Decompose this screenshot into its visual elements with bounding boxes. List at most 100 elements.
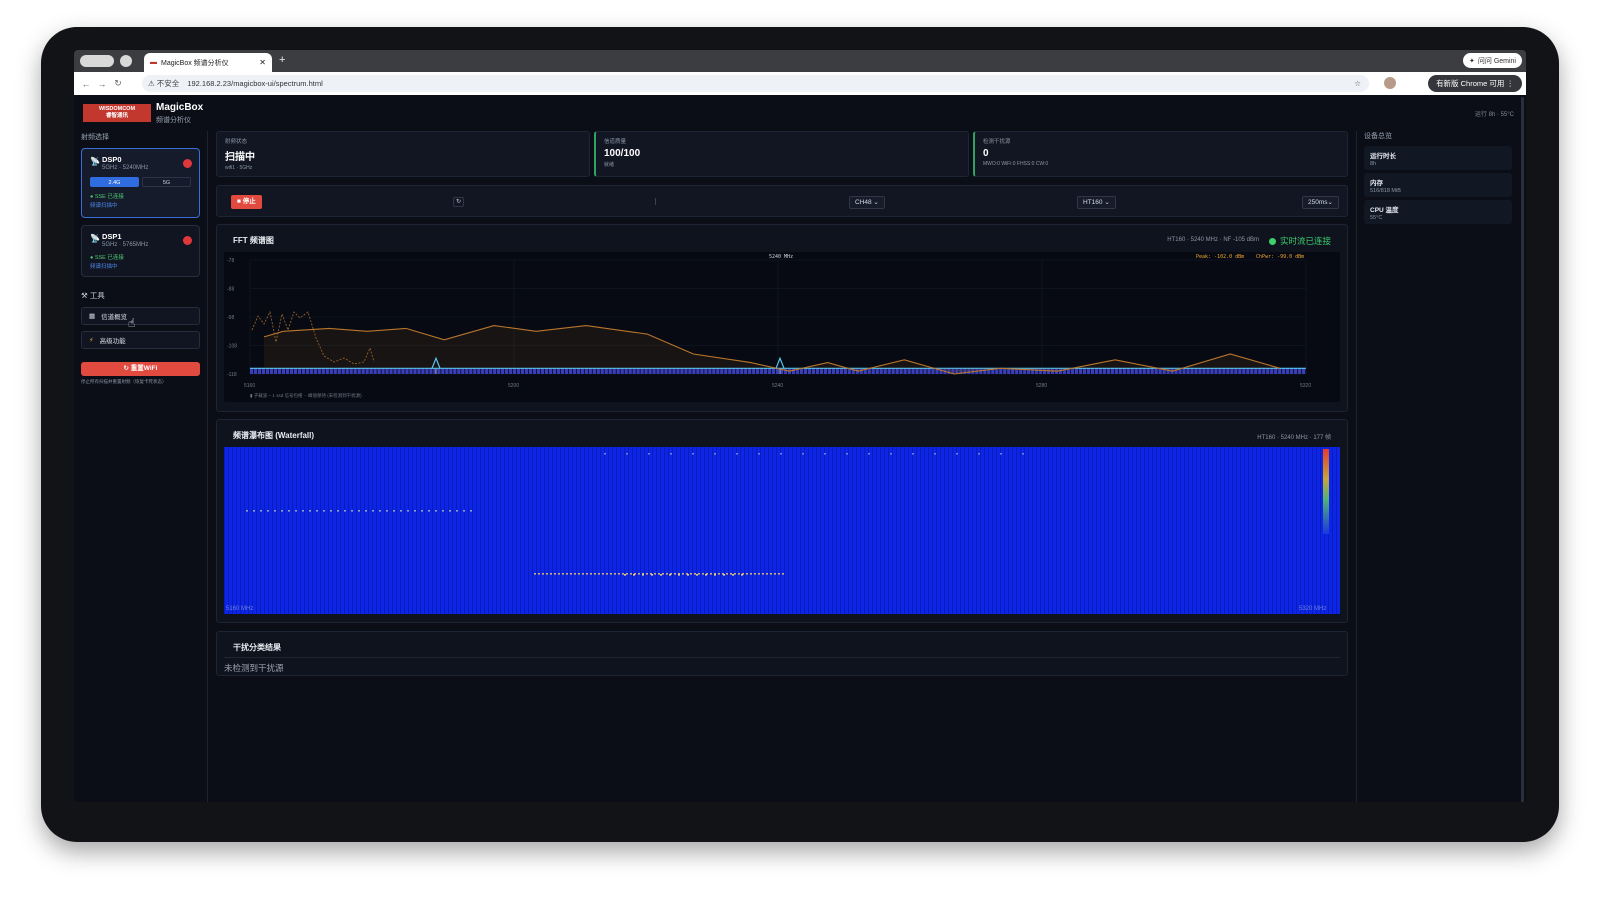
- waterfall-pixel: [738, 573, 740, 575]
- security-warning[interactable]: ⚠ 不安全: [148, 78, 179, 89]
- new-tab-button[interactable]: +: [279, 54, 285, 66]
- band-5g-button[interactable]: 5G: [142, 177, 191, 187]
- subcarrier-bar: [1230, 368, 1234, 374]
- subcarrier-bar: [823, 368, 828, 374]
- waterfall-pixel: [654, 573, 656, 575]
- subcarrier-bar: [764, 368, 768, 374]
- subcarrier-bar: [1246, 368, 1250, 374]
- bolt-icon: ⚡: [89, 337, 94, 344]
- subcarrier-bar: [337, 368, 341, 374]
- tool-channel-overview[interactable]: ▦ 信道概览: [81, 307, 200, 325]
- browser-tab[interactable]: ▬ MagicBox 频谱分析仪 ✕: [144, 53, 272, 72]
- subcarrier-bar: [1126, 368, 1130, 374]
- subcarrier-bar: [1262, 368, 1266, 374]
- waterfall-pixel: [978, 453, 980, 455]
- subcarrier-bar: [261, 368, 266, 374]
- refresh-button[interactable]: ↻: [453, 197, 464, 207]
- sidebar: 射频选择 📡 DSP0 5GHz · 5240MHz 2.4G 5G ● SSE…: [74, 131, 208, 802]
- waterfall-pixel: [574, 573, 576, 575]
- bandwidth-select[interactable]: HT160 ⌄: [1077, 196, 1116, 209]
- subcarrier-bar: [656, 368, 660, 374]
- subcarrier-bar: [485, 368, 489, 374]
- subcarrier-bar: [253, 368, 258, 374]
- tab-search-control[interactable]: [80, 55, 114, 67]
- subcarrier-bar: [919, 368, 923, 374]
- fft-panel: FFT 频谱图 HT160 · 5240 MHz · NF -105 dBm 实…: [216, 224, 1348, 412]
- chrome-update-button[interactable]: 有新版 Chrome 可用 ⋮: [1428, 75, 1522, 92]
- x-tick-label: 5160: [244, 383, 255, 389]
- stat-value: 100/100: [604, 148, 641, 159]
- subcarrier-bar: [600, 368, 604, 374]
- back-icon[interactable]: ←: [78, 79, 94, 89]
- page-scrollbar[interactable]: [1521, 97, 1524, 802]
- card-key: CPU 温度: [1370, 207, 1399, 214]
- envelope-area: [264, 325, 1280, 374]
- subcarrier-bar: [1234, 368, 1238, 374]
- stat-sub: MWO:0 WiFi:0 FHSS:0 CW:0: [983, 161, 1049, 167]
- dsp0-card[interactable]: 📡 DSP0 5GHz · 5240MHz 2.4G 5G ● SSE 已连接 …: [81, 148, 200, 218]
- subcarrier-bar: [596, 368, 600, 374]
- interval-select[interactable]: 250ms⌄: [1302, 196, 1339, 209]
- dsp-name: DSP0: [102, 155, 122, 164]
- waterfall-pixel: [646, 573, 648, 575]
- url-field[interactable]: ⚠ 不安全 192.168.2.23/magicbox-ui/spectrum.…: [142, 75, 1369, 92]
- subcarrier-bar: [588, 368, 592, 374]
- waterfall-pixel: [774, 573, 776, 575]
- waterfall-pixel: [626, 573, 628, 575]
- chpwr-readout: ChPwr: -99.0 dBm: [1256, 254, 1304, 260]
- address-bar: ← → ↻ ⚠ 不安全 192.168.2.23/magicbox-ui/spe…: [74, 72, 1526, 95]
- reset-wifi-button[interactable]: ↻ 重置WiFi: [81, 362, 200, 376]
- subcarrier-bar: [409, 368, 413, 374]
- forward-icon[interactable]: →: [94, 79, 110, 89]
- subcarrier-bar: [289, 368, 294, 374]
- subcarrier-bar: [1250, 368, 1254, 374]
- profile-avatar[interactable]: [1384, 77, 1396, 89]
- waterfall-pixel: [648, 453, 650, 455]
- waterfall-right-label: 5320 MHz: [1299, 606, 1326, 612]
- channel-select[interactable]: CH48 ⌄: [849, 196, 885, 209]
- subcarrier-bar: [509, 368, 513, 374]
- subcarrier-bar: [441, 368, 445, 374]
- waterfall-pixel: [590, 573, 592, 575]
- tool-advanced[interactable]: ⚡ 高级功能: [81, 331, 200, 349]
- fft-plot[interactable]: -78 -88 -98 -108 -118 5160 5200 5240 5280 5320 524…: [224, 252, 1340, 402]
- reset-note: 停止所有扫描并重置射频（恢复卡死状态）: [81, 379, 167, 384]
- subcarrier-bar: [333, 368, 337, 374]
- subcarrier-bar: [301, 368, 305, 374]
- waterfall-pixel: [400, 510, 402, 512]
- waterfall-pixel: [732, 574, 734, 576]
- subcarrier-bar: [369, 368, 373, 374]
- bookmark-star-icon[interactable]: ☆: [1354, 79, 1361, 88]
- gemini-button[interactable]: ✦ 问问 Gemini: [1463, 53, 1522, 68]
- waterfall-pixel: [542, 573, 544, 575]
- subcarrier-bar: [803, 368, 808, 374]
- stop-button[interactable]: ■ 停止: [231, 195, 262, 209]
- card-key: 运行时长: [1370, 153, 1396, 160]
- waterfall-pixel: [1000, 453, 1002, 455]
- dsp1-card[interactable]: 📡 DSP1 5GHz · 5765MHz ● SSE 已连接 频谱扫描中: [81, 225, 200, 277]
- tab-list-control[interactable]: [120, 55, 132, 67]
- subcarrier-bar: [1214, 368, 1218, 374]
- subcarrier-bar: [648, 368, 652, 374]
- subcarrier-bar: [457, 368, 461, 374]
- waterfall-pixel: [470, 510, 472, 512]
- subcarrier-bar: [1118, 368, 1122, 374]
- waterfall-pixel: [274, 510, 276, 512]
- subcarrier-bar: [325, 368, 329, 374]
- subcarrier-bar: [827, 368, 831, 374]
- subcarrier-bar: [1286, 368, 1290, 374]
- subcarrier-bar: [1074, 368, 1079, 374]
- gemini-label: 问问 Gemini: [1477, 57, 1516, 65]
- waterfall-plot[interactable]: 5160 MHz 5320 MHz: [224, 447, 1340, 614]
- band-2g-button[interactable]: 2.4G: [90, 177, 139, 187]
- subcarrier-bar: [1098, 368, 1102, 374]
- subcarrier-bar: [692, 368, 696, 374]
- waterfall-pixel: [934, 453, 936, 455]
- subcarrier-bar: [608, 368, 612, 374]
- waterfall-pixel: [288, 510, 290, 512]
- subcarrier-bar: [704, 368, 708, 374]
- waterfall-pixel: [330, 510, 332, 512]
- subcarrier-bar: [620, 368, 624, 374]
- reload-icon[interactable]: ↻: [110, 78, 126, 89]
- tab-close-icon[interactable]: ✕: [259, 58, 266, 67]
